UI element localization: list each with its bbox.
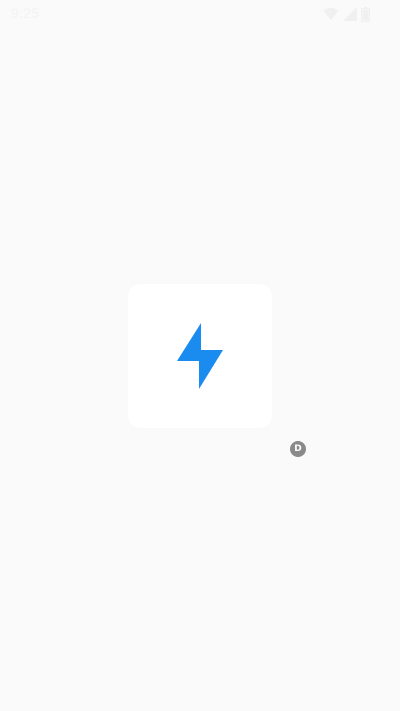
wifi-icon	[323, 7, 339, 21]
battery-icon	[361, 6, 370, 22]
status-time: 9:25	[11, 5, 40, 21]
signal-icon	[343, 7, 357, 21]
debug-badge: D	[290, 441, 306, 457]
status-bar: 9:25	[0, 0, 400, 28]
lightning-bolt-icon	[177, 323, 223, 389]
splash-logo-card	[128, 284, 272, 428]
status-icons	[323, 5, 370, 23]
